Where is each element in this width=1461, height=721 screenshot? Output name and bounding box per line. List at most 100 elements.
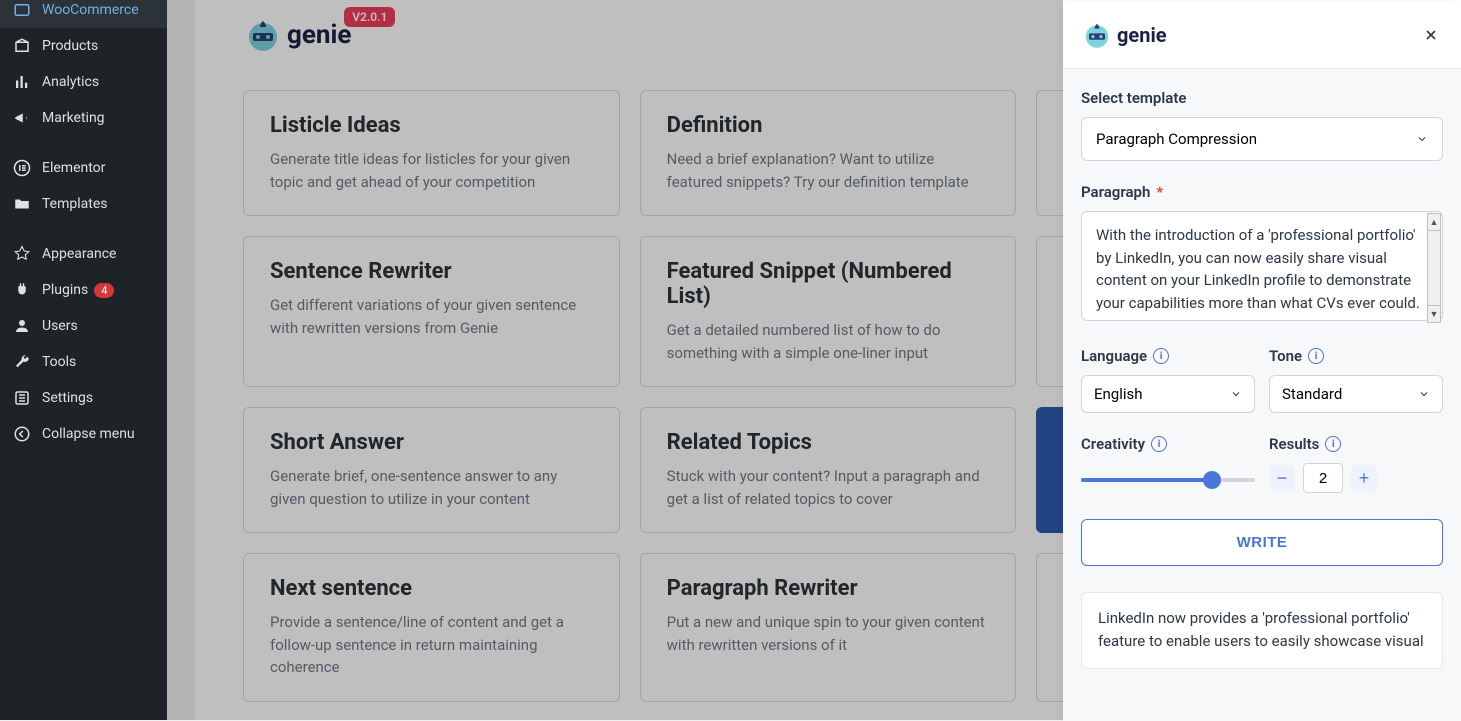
sidebar-item-woocommerce[interactable]: WooCommerce: [0, 0, 167, 28]
card-desc: Provide a sentence/line of content and g…: [270, 611, 593, 679]
language-value: English: [1094, 385, 1143, 403]
paragraph-input[interactable]: [1081, 211, 1443, 321]
card-desc: Get a detailed numbered list of how to d…: [667, 319, 990, 364]
language-label: Language i: [1081, 347, 1255, 365]
sidebar-item-settings[interactable]: Settings: [0, 380, 167, 416]
plugins-update-badge: 4: [94, 283, 114, 298]
sidebar-item-label: Tools: [42, 354, 76, 370]
decrement-button[interactable]: −: [1269, 465, 1295, 491]
folder-icon: [12, 194, 32, 214]
sidebar-item-label: Plugins: [42, 282, 88, 298]
write-button[interactable]: WRITE: [1081, 519, 1443, 566]
card-title: Paragraph Rewriter: [667, 576, 990, 601]
chevron-down-icon: [1230, 388, 1242, 400]
bars-icon: [12, 72, 32, 92]
sidebar-item-collapse[interactable]: Collapse menu: [0, 416, 167, 452]
collapse-icon: [12, 424, 32, 444]
increment-button[interactable]: +: [1351, 465, 1377, 491]
results-input[interactable]: [1303, 463, 1343, 493]
card-title: Listicle Ideas: [270, 113, 593, 138]
scroll-track[interactable]: [1427, 231, 1441, 305]
result-output: LinkedIn now provides a 'professional po…: [1081, 592, 1443, 669]
card-title: Definition: [667, 113, 990, 138]
tone-label: Tone i: [1269, 347, 1443, 365]
megaphone-icon: [12, 108, 32, 128]
sidebar-item-users[interactable]: Users: [0, 308, 167, 344]
template-card[interactable]: Sentence Rewriter Get different variation…: [243, 236, 620, 387]
info-icon[interactable]: i: [1151, 436, 1167, 452]
required-asterisk: *: [1156, 183, 1163, 201]
template-card[interactable]: Featured Snippet (Numbered List) Get a de…: [640, 236, 1017, 387]
sidebar-item-label: Users: [42, 318, 78, 334]
card-title: Related Topics: [667, 430, 990, 455]
template-card[interactable]: Definition Need a brief explanation? Want…: [640, 90, 1017, 216]
sidebar-item-plugins[interactable]: Plugins 4: [0, 272, 167, 308]
sidebar-item-analytics[interactable]: Analytics: [0, 64, 167, 100]
sidebar-item-label: Appearance: [42, 246, 116, 262]
template-card[interactable]: Related TopicsStuck with your content? I…: [640, 407, 1017, 533]
genie-face-icon: [243, 15, 283, 55]
wrench-icon: [12, 352, 32, 372]
brand-name: genie: [287, 20, 351, 50]
textarea-scrollbar[interactable]: ▲ ▼: [1427, 213, 1441, 323]
admin-sidebar: WooCommerce Products Analytics Marketing…: [0, 0, 167, 720]
card-title: Featured Snippet (Numbered List): [667, 259, 990, 309]
info-icon[interactable]: i: [1153, 348, 1169, 364]
tone-select[interactable]: Standard: [1269, 375, 1443, 413]
box-icon: [12, 36, 32, 56]
sidebar-item-label: Products: [42, 38, 98, 54]
user-icon: [12, 316, 32, 336]
chevron-down-icon: [1416, 133, 1428, 145]
panel-logo: genie: [1081, 19, 1167, 51]
template-card[interactable]: Paragraph Rewriter Put a new and unique s…: [640, 553, 1017, 702]
sidebar-item-label: Collapse menu: [42, 426, 135, 442]
sidebar-item-elementor[interactable]: Elementor: [0, 150, 167, 186]
sidebar-item-tools[interactable]: Tools: [0, 344, 167, 380]
results-stepper: − +: [1269, 463, 1443, 493]
info-icon[interactable]: i: [1308, 348, 1324, 364]
template-select-value: Paragraph Compression: [1096, 130, 1257, 148]
select-template-label: Select template: [1081, 89, 1443, 107]
woo-icon: [12, 0, 32, 20]
genie-face-icon: [1081, 19, 1113, 51]
sidebar-item-marketing[interactable]: Marketing: [0, 100, 167, 136]
card-desc: Need a brief explanation? Want to utiliz…: [667, 148, 990, 193]
info-icon[interactable]: i: [1325, 436, 1341, 452]
template-card[interactable]: Short Answer Generate brief, one-sentence…: [243, 407, 620, 533]
close-icon: [1423, 27, 1439, 43]
card-desc: Generate brief, one-sentence answer to a…: [270, 465, 593, 510]
card-title: Short Answer: [270, 430, 593, 455]
creativity-slider[interactable]: [1081, 463, 1255, 497]
slider-fill: [1081, 478, 1212, 482]
card-title: Sentence Rewriter: [270, 259, 593, 284]
brand-logo: genie V2.0.1: [243, 15, 351, 55]
language-select[interactable]: English: [1081, 375, 1255, 413]
card-desc: Generate title ideas for listicles for y…: [270, 148, 593, 193]
template-card[interactable]: Next sentenceProvide a sentence/line of …: [243, 553, 620, 702]
creativity-label: Creativity i: [1081, 435, 1255, 453]
scroll-down-button[interactable]: ▼: [1427, 305, 1441, 323]
plug-icon: [12, 280, 32, 300]
elementor-icon: [12, 158, 32, 178]
panel-header: genie: [1063, 1, 1461, 69]
sidebar-item-label: Settings: [42, 390, 93, 406]
card-desc: Get different variations of your given s…: [270, 294, 593, 339]
sidebar-item-label: Analytics: [42, 74, 99, 90]
panel-body: Select template Paragraph Compression Pa…: [1063, 69, 1461, 721]
card-desc: Put a new and unique spin to your given …: [667, 611, 990, 656]
template-card[interactable]: Listicle Ideas Generate title ideas for l…: [243, 90, 620, 216]
sidebar-item-label: Templates: [42, 196, 108, 212]
brush-icon: [12, 244, 32, 264]
results-label: Results i: [1269, 435, 1443, 453]
sidebar-item-templates[interactable]: Templates: [0, 186, 167, 222]
sidebar-item-label: Elementor: [42, 160, 105, 176]
scroll-up-button[interactable]: ▲: [1427, 213, 1441, 231]
version-badge: V2.0.1: [344, 7, 395, 27]
close-panel-button[interactable]: [1419, 23, 1443, 47]
sidebar-item-appearance[interactable]: Appearance: [0, 236, 167, 272]
chevron-down-icon: [1418, 388, 1430, 400]
template-select[interactable]: Paragraph Compression: [1081, 117, 1443, 161]
slider-thumb[interactable]: [1203, 471, 1221, 489]
sidebar-item-products[interactable]: Products: [0, 28, 167, 64]
tone-value: Standard: [1282, 385, 1342, 403]
